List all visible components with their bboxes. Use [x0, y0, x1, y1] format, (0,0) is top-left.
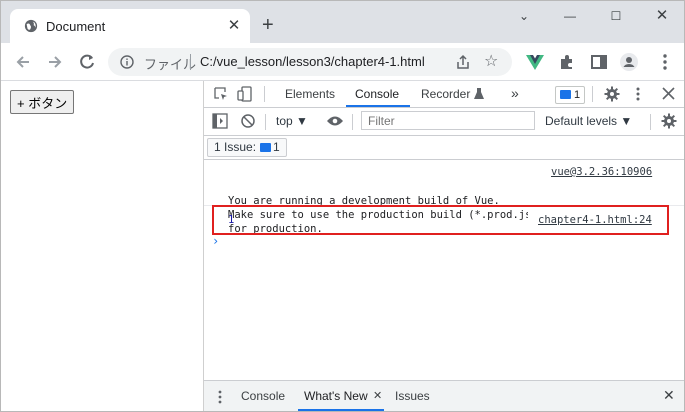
url-scheme-label: ファイル: [144, 57, 197, 72]
filter-separator-2: [352, 114, 353, 130]
browser-window: Document ✕ + ⌄ — ☐ ✕ ファイル C:/vue_lesson/…: [0, 0, 685, 412]
issue-bubble-icon: [560, 90, 571, 99]
minimize-button[interactable]: —: [547, 1, 593, 31]
filter-separator-3: [650, 114, 651, 130]
drawer-tab-issues[interactable]: Issues: [395, 389, 430, 403]
drawer-active-indicator: [298, 409, 384, 411]
highlight-box: [212, 205, 669, 235]
issues-label: 1 Issue:: [214, 140, 257, 154]
inspect-element-icon[interactable]: [213, 86, 229, 102]
profile-avatar-icon[interactable]: [619, 52, 639, 72]
drawer-close-icon[interactable]: ✕: [663, 387, 675, 404]
info-icon[interactable]: [120, 55, 134, 69]
settings-gear-icon[interactable]: [604, 86, 620, 102]
back-arrow-icon[interactable]: [13, 52, 33, 72]
address-bar[interactable]: ファイル C:/vue_lesson/lesson3/chapter4-1.ht…: [108, 48, 512, 76]
more-tabs-icon[interactable]: »: [511, 85, 519, 101]
devtools-close-icon[interactable]: [662, 87, 675, 100]
url-text[interactable]: C:/vue_lesson/lesson3/chapter4-1.html: [200, 54, 425, 69]
console-filter-bar: top ▼ Default levels ▼: [204, 108, 684, 136]
filter-separator: [265, 114, 266, 130]
context-selector[interactable]: top ▼: [276, 114, 308, 128]
tab-close-icon[interactable]: ✕: [226, 18, 242, 34]
maximize-button[interactable]: ☐: [593, 1, 639, 31]
extensions-puzzle-icon[interactable]: [557, 52, 577, 72]
title-bar: Document ✕ + ⌄ — ☐ ✕: [1, 1, 684, 43]
clear-console-icon[interactable]: [240, 113, 256, 129]
flask-icon: [474, 88, 484, 99]
tabbar-separator-right: [592, 86, 593, 102]
console-prompt[interactable]: ›: [212, 234, 219, 248]
tab-recorder[interactable]: Recorder: [421, 87, 470, 101]
tab-console[interactable]: Console: [355, 87, 399, 101]
browser-toolbar: ファイル C:/vue_lesson/lesson3/chapter4-1.ht…: [1, 43, 684, 81]
tabbar-separator: [264, 86, 265, 102]
new-tab-button[interactable]: +: [262, 15, 274, 35]
forward-arrow-icon[interactable]: [45, 52, 65, 72]
vue-devtools-icon[interactable]: [525, 52, 545, 72]
tab-elements[interactable]: Elements: [285, 87, 335, 101]
browser-menu-icon[interactable]: [655, 52, 675, 72]
tab-title: Document: [46, 19, 106, 34]
drawer-menu-icon[interactable]: [217, 389, 223, 405]
tab-search-icon[interactable]: ⌄: [501, 1, 547, 31]
source-link-vue[interactable]: vue@3.2.36:10906: [551, 166, 652, 178]
issues-count: 1: [574, 89, 581, 101]
device-toolbar-icon[interactable]: [237, 86, 253, 102]
issue-bubble-icon: [260, 143, 272, 152]
devtools-drawer: Console What's New ✕ Issues ✕: [204, 380, 684, 411]
console-sidebar-icon[interactable]: [212, 113, 228, 129]
drawer-tab-whats-new[interactable]: What's New: [304, 389, 368, 403]
issues-counter-badge[interactable]: 1: [555, 86, 585, 104]
issues-chip-count: 1: [273, 140, 280, 154]
console-settings-gear-icon[interactable]: [661, 113, 677, 129]
issues-bar: 1 Issue: 1: [204, 136, 684, 160]
reload-icon[interactable]: [77, 52, 97, 72]
live-expression-eye-icon[interactable]: [326, 115, 344, 127]
side-panel-icon[interactable]: [589, 52, 609, 72]
filter-input[interactable]: [361, 111, 535, 130]
bookmark-star-icon[interactable]: ☆: [484, 51, 498, 71]
issues-link[interactable]: 1 Issue: 1: [207, 138, 287, 157]
active-tab-indicator: [346, 105, 410, 107]
omnibox-separator: [190, 54, 191, 70]
browser-tab[interactable]: Document ✕: [10, 9, 250, 43]
log-levels-dropdown[interactable]: Default levels ▼: [545, 114, 632, 128]
devtools-panel: Elements Console Recorder » 1 top ▼ Filt…: [204, 81, 684, 411]
close-window-button[interactable]: ✕: [639, 1, 684, 31]
log-levels-label: Default levels: [545, 114, 618, 128]
globe-icon: [24, 19, 38, 33]
page-viewport: + ボタン: [1, 81, 204, 411]
plus-button[interactable]: + ボタン: [10, 90, 75, 114]
drawer-tab-console[interactable]: Console: [241, 389, 285, 403]
devtools-menu-icon[interactable]: [634, 86, 642, 102]
whats-new-close-icon[interactable]: ✕: [373, 389, 382, 402]
context-label: top: [276, 114, 293, 128]
devtools-tabbar: Elements Console Recorder » 1: [204, 81, 684, 108]
share-icon[interactable]: [454, 53, 472, 71]
